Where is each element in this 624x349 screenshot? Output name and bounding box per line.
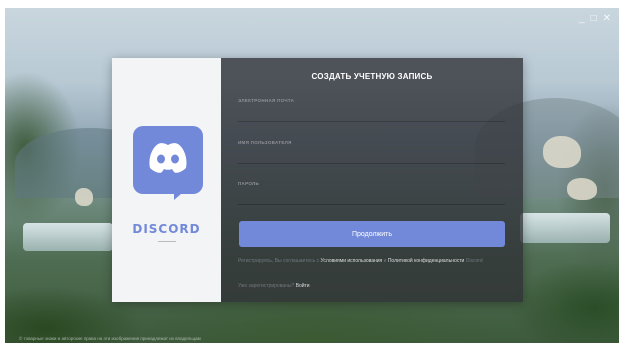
form-panel: СОЗДАТЬ УЧЕТНУЮ ЗАПИСЬ ЭЛЕКТРОННАЯ ПОЧТА… <box>221 58 523 302</box>
minimize-icon[interactable]: _ <box>579 14 585 24</box>
page-title: СОЗДАТЬ УЧЕТНУЮ ЗАПИСЬ <box>311 72 433 81</box>
login-prompt: Уже зарегистрированы? Войти <box>238 283 310 289</box>
email-label: ЭЛЕКТРОННАЯ ПОЧТА <box>238 98 295 103</box>
login-link[interactable]: Войти <box>296 283 310 289</box>
window-controls: _ □ ✕ <box>579 14 611 24</box>
brand-panel: DISCORD <box>112 58 221 302</box>
username-label: ИМЯ ПОЛЬЗОВАТЕЛЯ <box>238 140 292 145</box>
continue-button[interactable]: Продолжить <box>239 221 505 247</box>
discord-logo-icon <box>133 126 203 194</box>
terms-suffix: Discord <box>464 258 483 264</box>
username-field[interactable] <box>238 148 505 164</box>
background-waterfall <box>520 213 610 243</box>
privacy-policy-link[interactable]: Политикой конфиденциальности <box>388 258 465 264</box>
logo-tail <box>174 188 188 200</box>
maximize-icon[interactable]: □ <box>591 14 597 24</box>
background-rock <box>543 136 581 168</box>
login-prompt-text: Уже зарегистрированы? <box>238 283 296 289</box>
discord-controller-icon <box>149 143 187 173</box>
terms-text: Регистрируясь, Вы соглашаетесь с Условия… <box>238 258 513 264</box>
password-field[interactable] <box>238 189 505 205</box>
discord-wordmark: DISCORD <box>132 222 201 236</box>
terms-of-service-link[interactable]: Условиями использования <box>321 258 383 264</box>
password-label: ПАРОЛЬ <box>238 181 260 186</box>
divider <box>158 241 176 242</box>
close-icon[interactable]: ✕ <box>603 14 611 24</box>
terms-prefix: Регистрируясь, Вы соглашаетесь с <box>238 258 321 264</box>
app-window: _ □ ✕ DISCORD СОЗДАТЬ УЧЕТНУЮ ЗАПИСЬ ЭЛЕ… <box>5 8 619 343</box>
background-rock <box>567 178 597 200</box>
background-waterfall <box>23 223 113 251</box>
email-field[interactable] <box>238 106 505 122</box>
background-rock <box>75 188 93 206</box>
copyright-footer: © товарные знаки и авторские права на эт… <box>19 336 201 341</box>
register-card: DISCORD СОЗДАТЬ УЧЕТНУЮ ЗАПИСЬ ЭЛЕКТРОНН… <box>112 58 523 302</box>
